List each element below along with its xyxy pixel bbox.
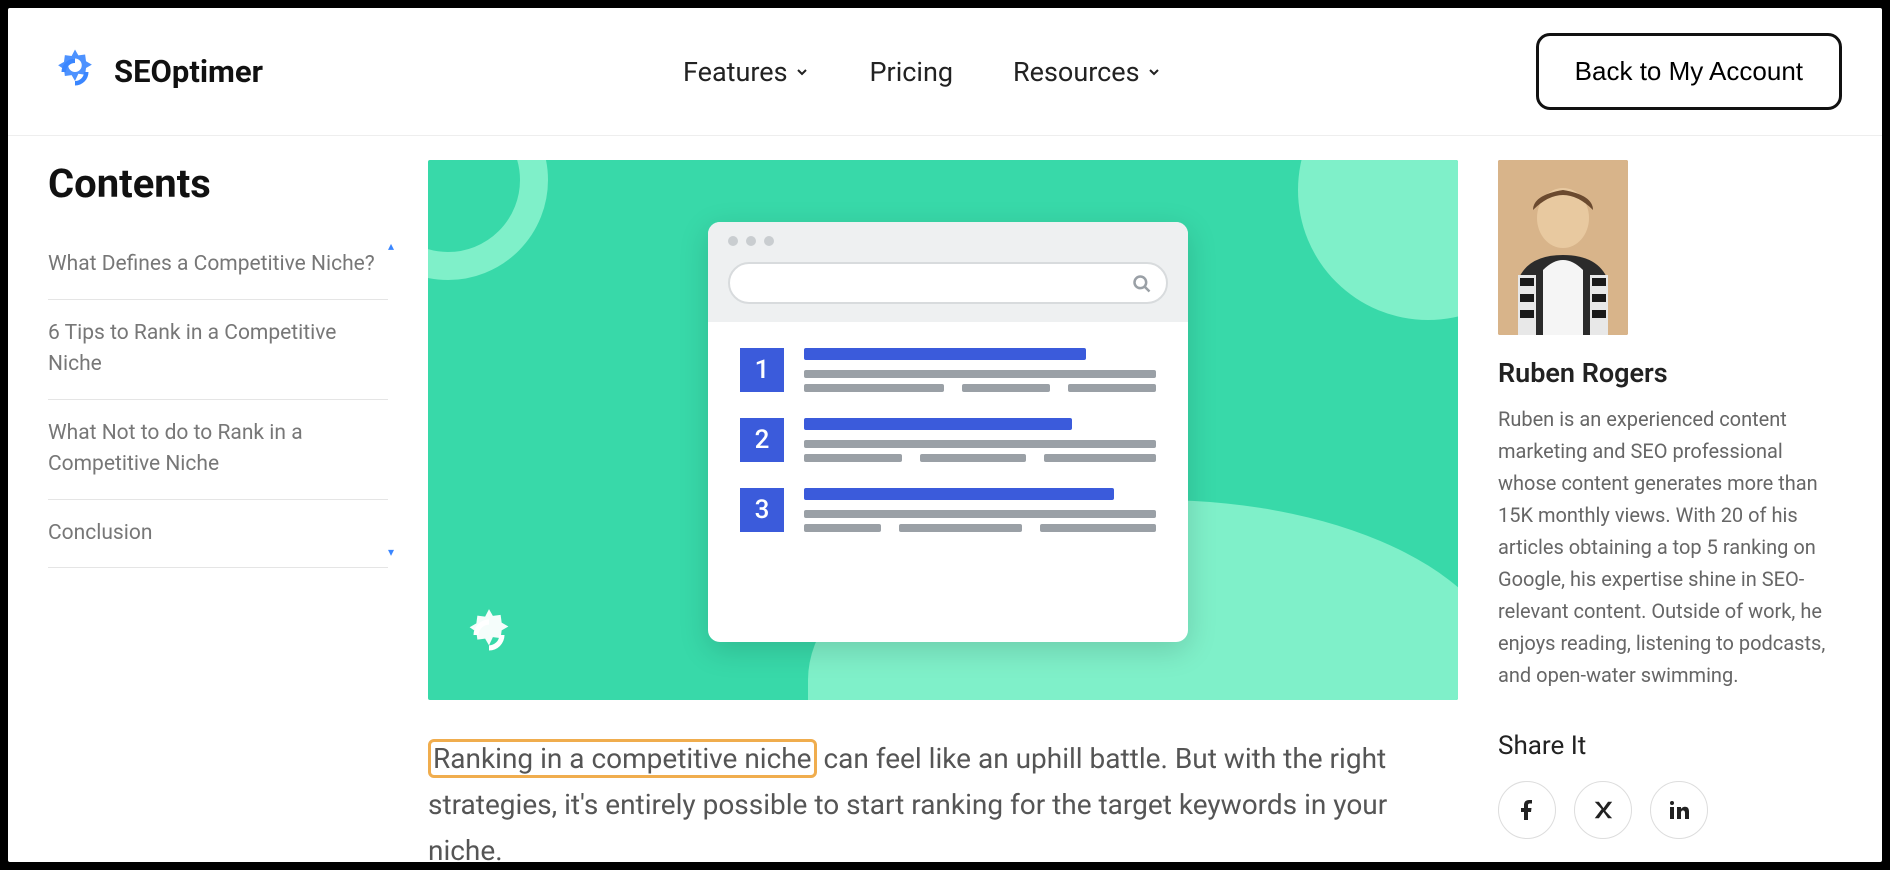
nav-features-label: Features <box>683 56 788 88</box>
share-heading: Share It <box>1498 731 1842 761</box>
decorative-circle <box>1298 160 1458 320</box>
main-content: Contents ▴ What Defines a Competitive Ni… <box>8 136 1882 862</box>
result-lines-icon <box>804 488 1156 532</box>
result-lines-icon <box>804 348 1156 392</box>
author-sidebar: Ruben Rogers Ruben is an experienced con… <box>1498 160 1842 862</box>
brand-logo[interactable]: SEOptimer <box>48 45 263 99</box>
nav-pricing-label: Pricing <box>870 56 954 88</box>
article-column: 1 2 <box>428 160 1458 862</box>
window-dots-icon <box>728 236 1168 246</box>
rank-badge: 2 <box>740 418 784 462</box>
toc-item-label: Conclusion <box>48 521 152 545</box>
chevron-down-icon <box>794 64 810 80</box>
linkedin-icon <box>1667 798 1691 822</box>
gear-icon <box>458 604 520 670</box>
article-intro: Ranking in a competitive niche can feel … <box>428 736 1458 862</box>
search-icon <box>1132 274 1152 294</box>
toc-item-label: What Not to do to Rank in a Competitive … <box>48 421 303 477</box>
search-box-mockup <box>728 262 1168 304</box>
nav-resources-label: Resources <box>1013 56 1139 88</box>
caret-icon: ▴ <box>388 237 394 255</box>
toc-heading: Contents <box>48 160 388 207</box>
share-buttons <box>1498 781 1842 839</box>
share-linkedin-button[interactable] <box>1650 781 1708 839</box>
facebook-icon <box>1515 798 1539 822</box>
author-bio: Ruben is an experienced content marketin… <box>1498 403 1842 691</box>
site-header: SEOptimer Features Pricing Resources Bac… <box>8 8 1882 136</box>
rank-badge: 1 <box>740 348 784 392</box>
serp-result: 2 <box>740 418 1156 462</box>
author-avatar <box>1498 160 1628 335</box>
gear-icon <box>48 45 102 99</box>
serp-mockup: 1 2 <box>708 222 1188 642</box>
author-name: Ruben Rogers <box>1498 357 1842 389</box>
account-button[interactable]: Back to My Account <box>1536 33 1842 110</box>
share-facebook-button[interactable] <box>1498 781 1556 839</box>
brand-name: SEOptimer <box>114 53 263 90</box>
nav-resources[interactable]: Resources <box>1013 56 1161 88</box>
nav-features[interactable]: Features <box>683 56 810 88</box>
toc-item[interactable]: ▴ What Defines a Competitive Niche? <box>48 231 388 300</box>
browser-chrome <box>708 222 1188 322</box>
result-lines-icon <box>804 418 1156 462</box>
toc-item[interactable]: ▾ Conclusion <box>48 500 388 569</box>
toc-item-label: 6 Tips to Rank in a Competitive Niche <box>48 321 336 377</box>
serp-result: 3 <box>740 488 1156 532</box>
nav-pricing[interactable]: Pricing <box>870 56 954 88</box>
person-icon <box>1498 160 1628 335</box>
serp-results: 1 2 <box>708 322 1188 584</box>
chevron-down-icon <box>1146 64 1162 80</box>
table-of-contents: Contents ▴ What Defines a Competitive Ni… <box>48 160 388 862</box>
x-icon <box>1592 799 1614 821</box>
caret-icon: ▾ <box>388 543 394 561</box>
toc-item[interactable]: What Not to do to Rank in a Competitive … <box>48 400 388 500</box>
toc-item-label: What Defines a Competitive Niche? <box>48 252 375 276</box>
decorative-circle <box>428 160 548 280</box>
share-x-button[interactable] <box>1574 781 1632 839</box>
toc-item[interactable]: 6 Tips to Rank in a Competitive Niche <box>48 300 388 400</box>
highlighted-phrase: Ranking in a competitive niche <box>428 739 817 778</box>
page: SEOptimer Features Pricing Resources Bac… <box>8 8 1882 862</box>
hero-illustration: 1 2 <box>428 160 1458 700</box>
rank-badge: 3 <box>740 488 784 532</box>
serp-result: 1 <box>740 348 1156 392</box>
primary-nav: Features Pricing Resources <box>683 56 1162 88</box>
